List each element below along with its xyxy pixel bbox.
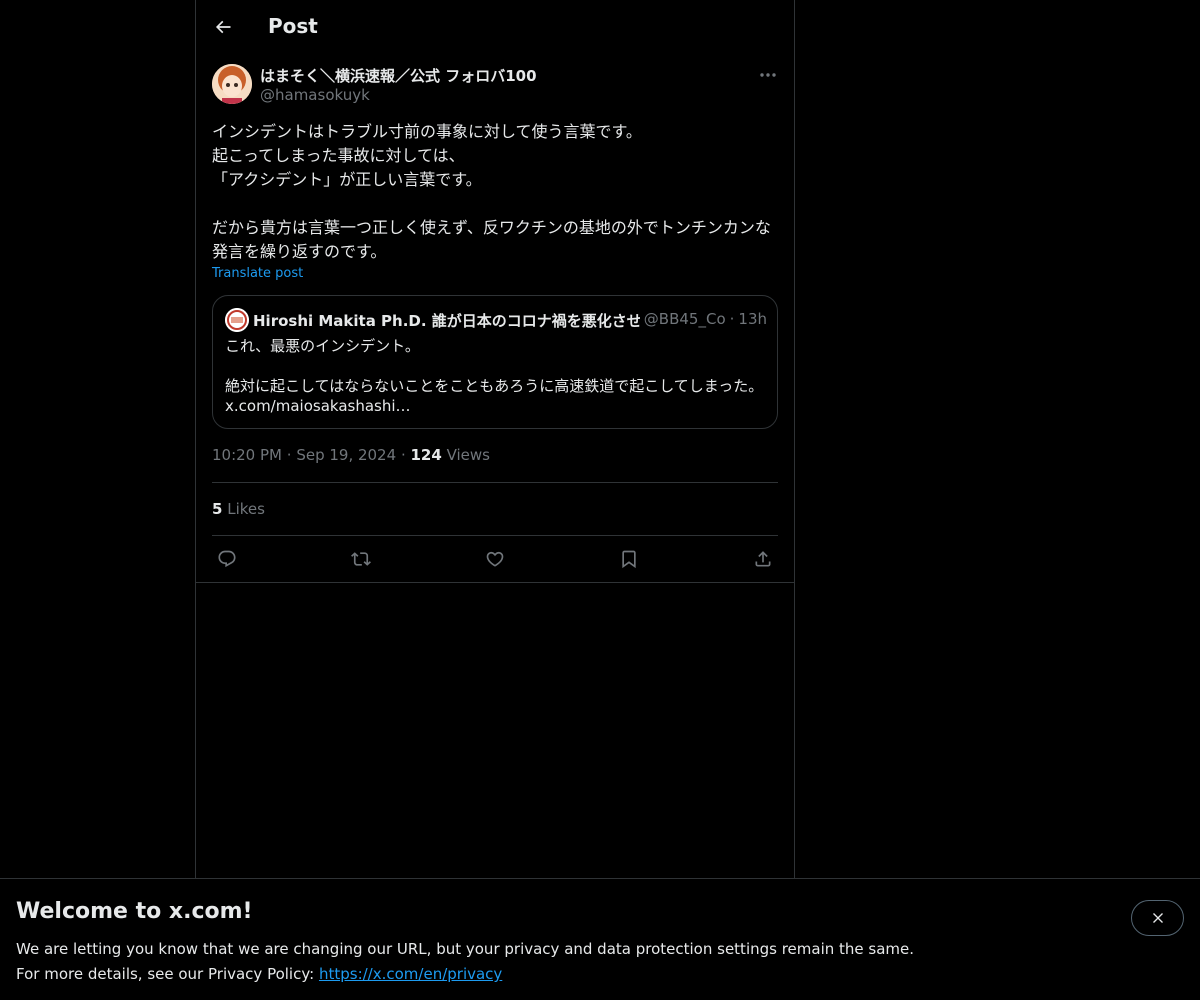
action-bar xyxy=(212,546,778,572)
post-date[interactable]: Sep 19, 2024 xyxy=(296,446,396,464)
reply-icon xyxy=(218,550,236,568)
likes-link[interactable]: 5 Likes xyxy=(212,500,265,518)
top-bar: Post xyxy=(196,0,794,55)
banner-line-2: For more details, see our Privacy Policy… xyxy=(16,962,914,987)
repost-button[interactable] xyxy=(346,546,376,572)
quote-author-name: Hiroshi Makita Ph.D. 誰が日本のコロナ禍を悪化させたの xyxy=(253,312,640,330)
author-handle[interactable]: @hamasokuyk xyxy=(260,86,370,104)
welcome-banner: Welcome to x.com! We are letting you kno… xyxy=(0,878,1200,1000)
divider xyxy=(212,535,778,536)
more-options-button[interactable] xyxy=(756,64,780,86)
quote-avatar-image xyxy=(225,308,249,332)
banner-title: Welcome to x.com! xyxy=(16,899,253,924)
page-title: Post xyxy=(268,14,318,38)
post-time[interactable]: 10:20 PM xyxy=(212,446,282,464)
bookmark-icon xyxy=(622,550,636,569)
quote-paragraph-1: これ、最悪のインシデント。 xyxy=(225,337,420,355)
more-dots-icon xyxy=(760,73,776,77)
quoted-post[interactable]: Hiroshi Makita Ph.D. 誰が日本のコロナ禍を悪化させたの @B… xyxy=(212,295,778,429)
quote-author-handle: @BB45_Co xyxy=(643,310,726,328)
share-button[interactable] xyxy=(748,546,778,572)
quote-paragraph-2: 絶対に起こしてはならないことをこともあろうに高速鉄道で起こしてしまった。 xyxy=(225,377,764,395)
like-button[interactable] xyxy=(480,546,510,572)
repost-icon xyxy=(351,552,371,566)
banner-line-1: We are letting you know that we are chan… xyxy=(16,940,915,958)
reply-button[interactable] xyxy=(212,546,242,572)
likes-label: Likes xyxy=(227,500,265,518)
post-paragraph-2: だから貴方は言葉一つ正しく使えず、反ワクチンの基地の外でトンチンカンな発言を繰り… xyxy=(212,218,771,261)
translate-post-link[interactable]: Translate post xyxy=(212,266,303,281)
views-count: 124 xyxy=(410,446,442,464)
main-column: Post はまそく＼横浜速報／公式 フォロバ100 @hamasokuyk イン… xyxy=(195,0,795,880)
quote-author-avatar xyxy=(225,308,249,332)
post-text: インシデントはトラブル寸前の事象に対して使う言葉です。 起こってしまった事故に対… xyxy=(212,120,780,264)
like-icon xyxy=(486,551,504,567)
post-paragraph-1: インシデントはトラブル寸前の事象に対して使う言葉です。 起こってしまった事故に対… xyxy=(212,122,642,189)
separator-dot: · xyxy=(286,446,297,464)
quote-header: Hiroshi Makita Ph.D. 誰が日本のコロナ禍を悪化させたの @B… xyxy=(253,310,767,331)
back-button[interactable] xyxy=(208,12,238,42)
privacy-policy-link[interactable]: https://x.com/en/privacy xyxy=(319,965,502,983)
views-label: Views xyxy=(446,446,490,464)
quote-time: 13h xyxy=(738,310,767,328)
author-name[interactable]: はまそく＼横浜速報／公式 フォロバ100 xyxy=(260,65,537,86)
share-icon xyxy=(755,551,771,567)
banner-close-button[interactable] xyxy=(1131,900,1184,936)
banner-text: We are letting you know that we are chan… xyxy=(16,937,914,987)
avatar-image xyxy=(212,64,252,104)
divider xyxy=(196,582,794,583)
quote-link: x.com/maiosakashashi… xyxy=(225,397,411,415)
author-avatar[interactable] xyxy=(212,64,252,104)
banner-line-2-prefix: For more details, see our Privacy Policy… xyxy=(16,965,315,983)
separator-dot: · xyxy=(729,310,735,328)
post-metadata: 10:20 PM · Sep 19, 2024 · 124 Views xyxy=(212,446,490,464)
quote-text: これ、最悪のインシデント。 絶対に起こしてはならないことをこともあろうに高速鉄道… xyxy=(225,336,773,416)
likes-count: 5 xyxy=(212,500,223,518)
close-icon xyxy=(1152,913,1163,923)
arrow-left-icon xyxy=(215,20,231,34)
divider xyxy=(212,482,778,483)
bookmark-button[interactable] xyxy=(614,546,644,572)
